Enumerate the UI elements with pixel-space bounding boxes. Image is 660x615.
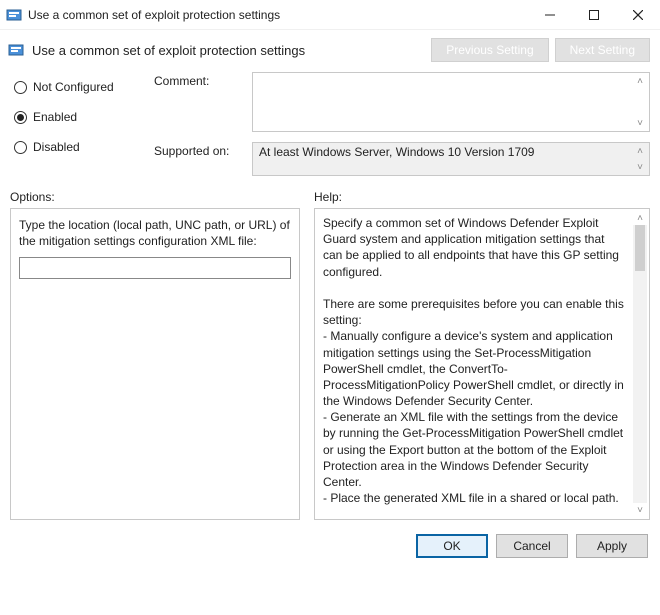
scrollbar-thumb[interactable] — [635, 225, 645, 271]
radio-label: Enabled — [33, 110, 77, 124]
help-text: Specify a common set of Windows Defender… — [323, 215, 641, 513]
radio-enabled[interactable]: Enabled — [14, 110, 144, 124]
maximize-button[interactable] — [572, 0, 616, 30]
radio-label: Not Configured — [33, 80, 114, 94]
previous-setting-button[interactable]: Previous Setting — [431, 38, 548, 62]
titlebar: Use a common set of exploit protection s… — [0, 0, 660, 30]
gp-icon — [8, 42, 24, 58]
next-setting-button[interactable]: Next Setting — [555, 38, 650, 62]
minimize-button[interactable] — [528, 0, 572, 30]
radio-not-configured[interactable]: Not Configured — [14, 80, 144, 94]
subheader: Use a common set of exploit protection s… — [0, 30, 660, 62]
radio-icon — [14, 81, 27, 94]
window-title: Use a common set of exploit protection s… — [28, 8, 528, 22]
supported-on-label: Supported on: — [154, 142, 244, 158]
chevron-up-icon: ˄ — [633, 145, 647, 157]
chevron-up-icon[interactable]: ˄ — [633, 211, 647, 225]
chevron-down-icon: ˅ — [633, 161, 647, 173]
radio-label: Disabled — [33, 140, 80, 154]
chevron-up-icon[interactable]: ˄ — [633, 75, 647, 87]
help-section-label: Help: — [314, 190, 650, 204]
apply-button[interactable]: Apply — [576, 534, 648, 558]
help-pane: Specify a common set of Windows Defender… — [314, 208, 650, 520]
chevron-down-icon[interactable]: ˅ — [633, 503, 647, 517]
scrollbar[interactable]: ˄ ˅ — [633, 211, 647, 517]
state-radio-group: Not Configured Enabled Disabled — [14, 72, 144, 176]
options-section-label: Options: — [10, 190, 300, 204]
cancel-button[interactable]: Cancel — [496, 534, 568, 558]
radio-disabled[interactable]: Disabled — [14, 140, 144, 154]
gp-icon — [6, 7, 22, 23]
xml-path-input[interactable] — [19, 257, 291, 279]
options-pane: Type the location (local path, UNC path,… — [10, 208, 300, 520]
supported-on-text: At least Windows Server, Windows 10 Vers… — [259, 145, 534, 159]
ok-button[interactable]: OK — [416, 534, 488, 558]
policy-title: Use a common set of exploit protection s… — [32, 43, 431, 58]
dialog-buttons: OK Cancel Apply — [0, 520, 660, 558]
options-prompt: Type the location (local path, UNC path,… — [19, 217, 291, 249]
supported-on-value: At least Windows Server, Windows 10 Vers… — [252, 142, 650, 176]
comment-label: Comment: — [154, 72, 244, 88]
radio-icon — [14, 111, 27, 124]
close-button[interactable] — [616, 0, 660, 30]
chevron-down-icon[interactable]: ˅ — [633, 117, 647, 129]
comment-textarea[interactable]: ˄ ˅ — [252, 72, 650, 132]
radio-icon — [14, 141, 27, 154]
scrollbar-track[interactable] — [633, 225, 647, 503]
